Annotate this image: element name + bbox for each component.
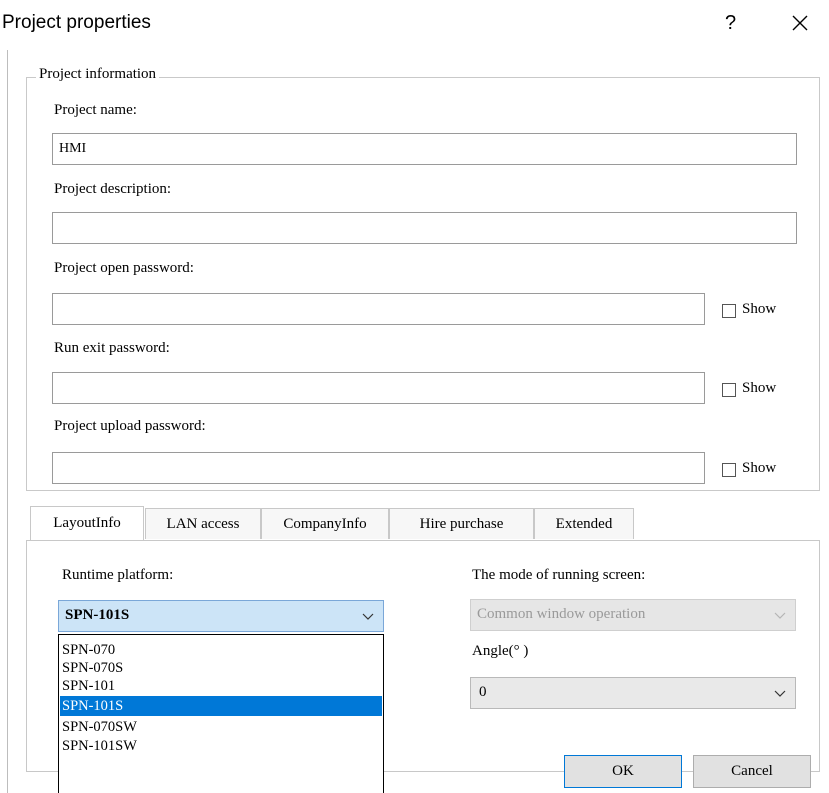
upload-password-show-checkbox[interactable] (722, 463, 736, 477)
exit-password-show-checkbox[interactable] (722, 383, 736, 397)
runtime-platform-dropdown: SPN-070 SPN-070S SPN-101 SPN-101S SPN-07… (58, 634, 384, 793)
exit-password-input[interactable] (52, 372, 705, 404)
upload-password-label: Project upload password: (54, 418, 206, 434)
exit-password-show-label: Show (742, 380, 777, 396)
close-icon (792, 15, 808, 31)
project-properties-dialog: Project properties ? Project information… (0, 0, 829, 793)
running-screen-mode-value: Common window operation (477, 606, 646, 622)
chevron-down-icon (362, 613, 374, 620)
runtime-platform-value: SPN-101S (65, 607, 130, 623)
angle-select[interactable]: 0 (470, 677, 796, 709)
chevron-down-icon (774, 690, 786, 697)
open-password-label: Project open password: (54, 260, 194, 276)
angle-value: 0 (479, 684, 487, 700)
platform-option-spn-101[interactable]: SPN-101 (60, 676, 382, 696)
open-password-show-label: Show (742, 301, 777, 317)
angle-label: Angle(° ) (472, 643, 529, 659)
tab-lan-access[interactable]: LAN access (145, 508, 261, 539)
tab-companyinfo[interactable]: CompanyInfo (261, 508, 389, 539)
help-button[interactable]: ? (725, 12, 736, 35)
platform-option-spn-070sw[interactable]: SPN-070SW (60, 717, 382, 737)
open-password-input[interactable] (52, 293, 705, 325)
platform-option-spn-101s[interactable]: SPN-101S (60, 696, 382, 716)
project-description-input[interactable] (52, 212, 797, 244)
project-name-input[interactable]: HMI (52, 133, 797, 165)
platform-option-spn-070[interactable]: SPN-070 (60, 640, 382, 660)
chevron-down-icon (774, 612, 786, 619)
tab-hire-purchase[interactable]: Hire purchase (389, 508, 534, 539)
runtime-platform-select[interactable]: SPN-101S (58, 600, 384, 632)
upload-password-input[interactable] (52, 452, 705, 484)
running-screen-mode-select: Common window operation (470, 599, 796, 631)
close-button[interactable] (787, 8, 813, 38)
project-description-label: Project description: (54, 181, 172, 197)
project-name-label: Project name: (54, 102, 137, 118)
tab-layoutinfo[interactable]: LayoutInfo (30, 506, 144, 540)
project-information-legend: Project information (36, 66, 160, 83)
dialog-title: Project properties (2, 12, 151, 33)
upload-password-show-label: Show (742, 460, 777, 476)
platform-option-spn-070s[interactable]: SPN-070S (60, 658, 382, 678)
tab-extended[interactable]: Extended (534, 508, 634, 539)
ok-button[interactable]: OK (564, 755, 682, 788)
open-password-show-checkbox[interactable] (722, 304, 736, 318)
running-screen-mode-label: The mode of running screen: (472, 567, 646, 583)
platform-option-spn-101sw[interactable]: SPN-101SW (60, 736, 382, 756)
cancel-button[interactable]: Cancel (693, 755, 811, 788)
runtime-platform-label: Runtime platform: (62, 567, 174, 583)
exit-password-label: Run exit password: (54, 340, 170, 356)
window-left-edge (7, 50, 8, 793)
